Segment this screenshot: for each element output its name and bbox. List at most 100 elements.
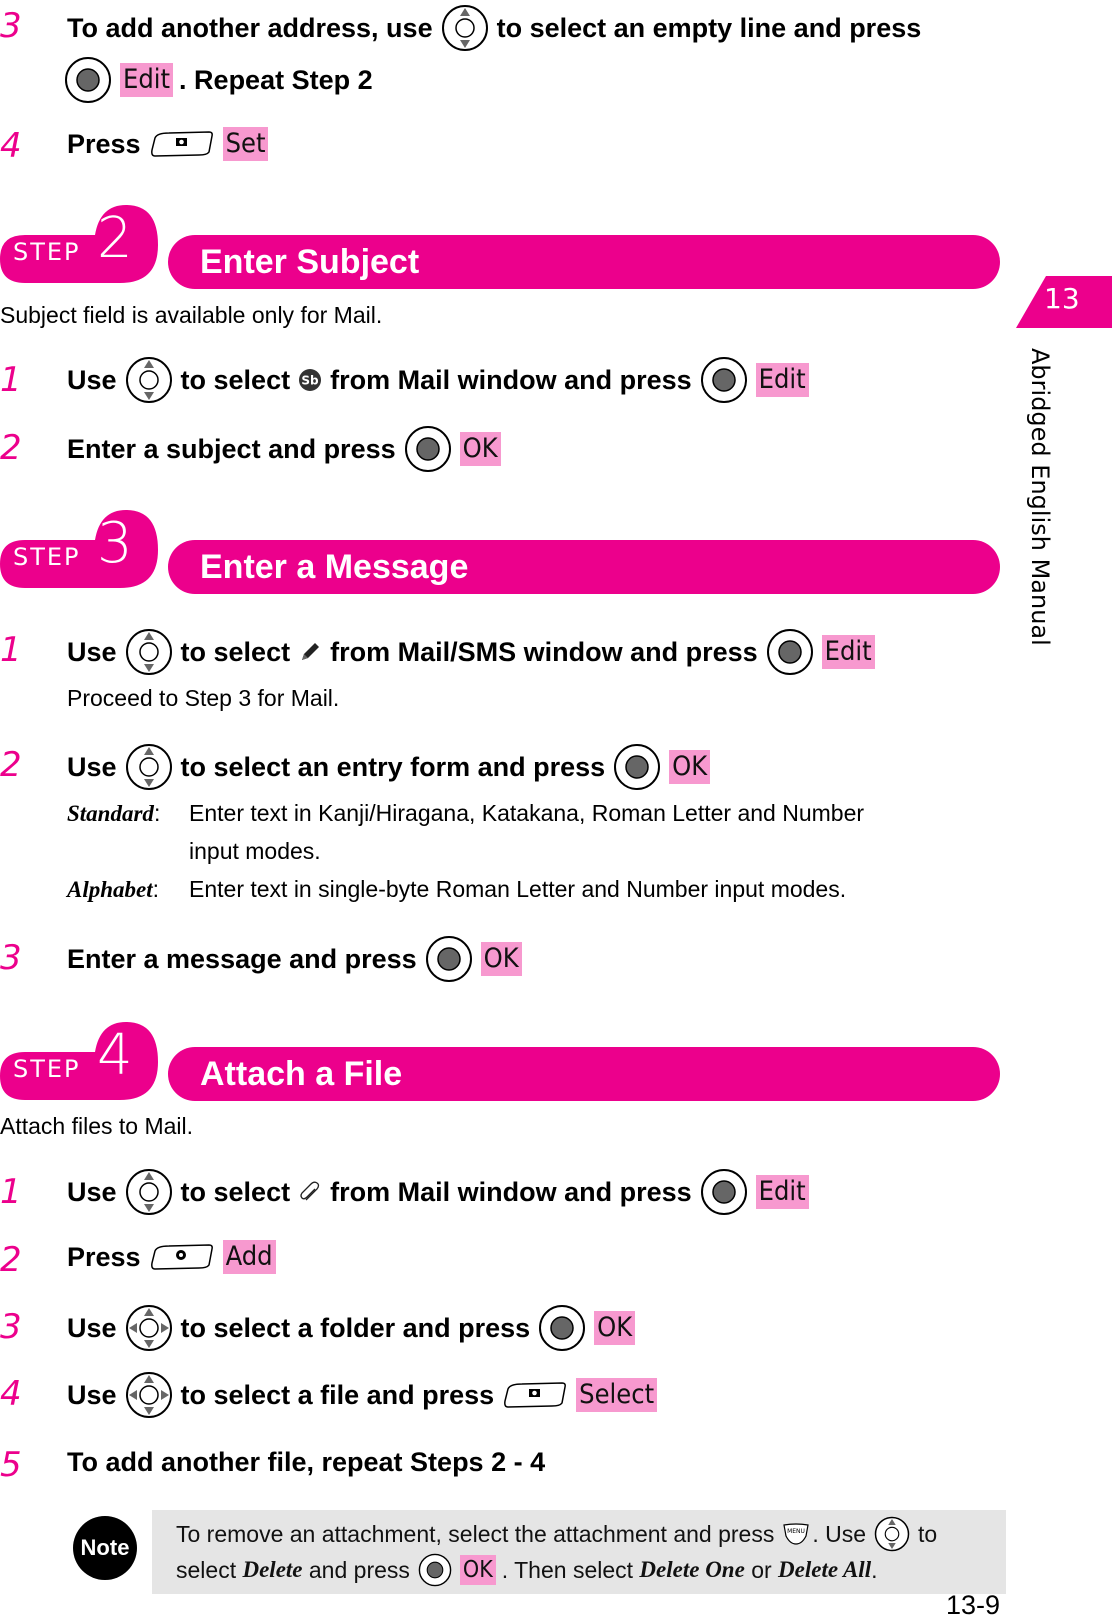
step-number: 4: [0, 126, 22, 166]
instruction-line: Edit . Repeat Step 2: [64, 56, 373, 104]
nav-up-down-key-icon: [125, 1168, 173, 1216]
section-title: Enter Subject: [200, 243, 420, 281]
step-number: 5: [0, 1445, 22, 1485]
instruction-text: to select: [180, 1177, 291, 1207]
instruction-text: Press: [67, 129, 141, 159]
definition-item: Alphabet:: [67, 876, 160, 902]
center-key-icon: [538, 1304, 586, 1352]
step-badge-number: 3: [97, 511, 133, 576]
softkey-label: OK: [480, 942, 522, 976]
center-key-icon: [700, 1168, 748, 1216]
instruction-line: To add another address, use to select an…: [67, 4, 921, 52]
svg-text:MENU: MENU: [787, 1528, 805, 1535]
camera-softkey-icon: [149, 130, 215, 158]
softkey-label: Edit: [755, 1175, 809, 1209]
note-text-part: .: [871, 1557, 878, 1583]
nav-up-down-key-icon: [125, 356, 173, 404]
step-number: 4: [0, 1374, 22, 1414]
softkey-label: OK: [459, 1555, 496, 1585]
definition-desc: input modes.: [189, 838, 321, 864]
note-text-part: select: [176, 1557, 237, 1583]
instruction-text: Use: [67, 637, 117, 667]
softkey-label: OK: [669, 750, 711, 784]
step-number: 1: [0, 630, 22, 670]
menu-key-icon: MENU: [783, 1523, 810, 1545]
step-number: 3: [0, 938, 22, 978]
step-number: 2: [0, 428, 22, 468]
section-intro: Attach files to Mail.: [0, 1113, 194, 1139]
step-number: 2: [0, 745, 22, 785]
step-number: 3: [0, 1307, 22, 1347]
nav-up-down-key-icon: [441, 4, 489, 52]
instruction-line: Use to select a folder and press OK: [67, 1304, 636, 1352]
chapter-label: Abridged English Manual: [1026, 348, 1054, 646]
instruction-text: to select: [180, 365, 291, 395]
center-key-icon: [700, 356, 748, 404]
section-intro: Subject field is available only for Mail…: [0, 302, 383, 328]
instruction-text: Use: [67, 1313, 117, 1343]
chapter-number: 13: [1044, 282, 1080, 315]
instruction-text: to select: [180, 637, 291, 667]
nav-four-way-key-icon: [125, 1304, 173, 1352]
instruction-line: Enter a message and press OK: [67, 935, 522, 983]
center-key-icon: [425, 935, 473, 983]
softkey-label: OK: [594, 1311, 636, 1345]
step-number: 1: [0, 360, 22, 400]
instruction-line: Enter a subject and press OK: [67, 425, 501, 473]
softkey-label: OK: [459, 432, 501, 466]
step-number: 2: [0, 1240, 22, 1280]
step-label: STEP: [13, 543, 81, 571]
instruction-text: to select a folder and press: [180, 1313, 531, 1343]
center-key-icon: [64, 56, 112, 104]
instruction-text: Use: [67, 365, 117, 395]
step-badge-number: 2: [97, 206, 133, 271]
page-number: 13-9: [946, 1590, 1001, 1620]
definition-item: Standard:: [67, 800, 161, 826]
note-text-part: to: [918, 1521, 938, 1547]
softkey-label: Edit: [821, 635, 875, 669]
instruction-text: from Mail window and press: [330, 1177, 692, 1207]
instruction-text: from Mail/SMS window and press: [330, 637, 758, 667]
nav-four-way-key-icon: [125, 1371, 173, 1419]
note-badge: Note: [73, 1516, 137, 1580]
instruction-line: Use to select from Mail window and press…: [67, 1168, 809, 1216]
step-number: 1: [0, 1172, 22, 1212]
instruction-text: to select a file and press: [180, 1380, 495, 1410]
instruction-text: Use: [67, 1177, 117, 1207]
step-number: 3: [0, 6, 22, 46]
instruction-text: to select an empty line and press: [496, 13, 922, 43]
instruction-text: to select an entry form and press: [180, 752, 606, 782]
center-key-icon: [613, 743, 661, 791]
step-label: STEP: [13, 1055, 81, 1083]
softkey-label: Edit: [120, 63, 174, 97]
center-key-icon: [404, 425, 452, 473]
svg-text:Sb: Sb: [301, 374, 319, 388]
instruction-line: Use to select a file and press Select: [67, 1371, 658, 1419]
center-key-icon: [418, 1553, 452, 1587]
instruction-text: from Mail window and press: [330, 365, 692, 395]
note-text-part: . Then select: [501, 1557, 634, 1583]
paperclip-icon: [300, 1181, 320, 1201]
note-text-part: and press: [308, 1557, 410, 1583]
instruction-line: Press Add: [67, 1237, 276, 1277]
section-title: Attach a File: [200, 1055, 403, 1093]
softkey-label: Edit: [755, 363, 809, 397]
note-text-part: . Use: [812, 1521, 867, 1547]
subject-icon: Sb: [299, 369, 322, 391]
instruction-text: . Repeat Step 2: [179, 65, 373, 95]
pencil-icon: [302, 643, 320, 660]
softkey-label: Select: [576, 1378, 658, 1412]
softkey-label: Add: [222, 1240, 276, 1274]
instruction-text: Use: [67, 1380, 117, 1410]
menu-option-name: Delete All: [778, 1557, 872, 1582]
instruction-text: Press: [67, 1242, 141, 1272]
definition-term: Alphabet: [67, 877, 153, 902]
instruction-note: Proceed to Step 3 for Mail.: [67, 685, 340, 711]
definition-term: Standard: [67, 801, 154, 826]
note-text-part: To remove an attachment, select the atta…: [176, 1521, 775, 1547]
section-title: Enter a Message: [200, 548, 469, 586]
softkey-label: Set: [222, 127, 269, 161]
step-badge-number: 4: [97, 1023, 133, 1088]
nav-up-down-key-icon: [874, 1516, 910, 1552]
record-softkey-icon: [149, 1243, 215, 1271]
